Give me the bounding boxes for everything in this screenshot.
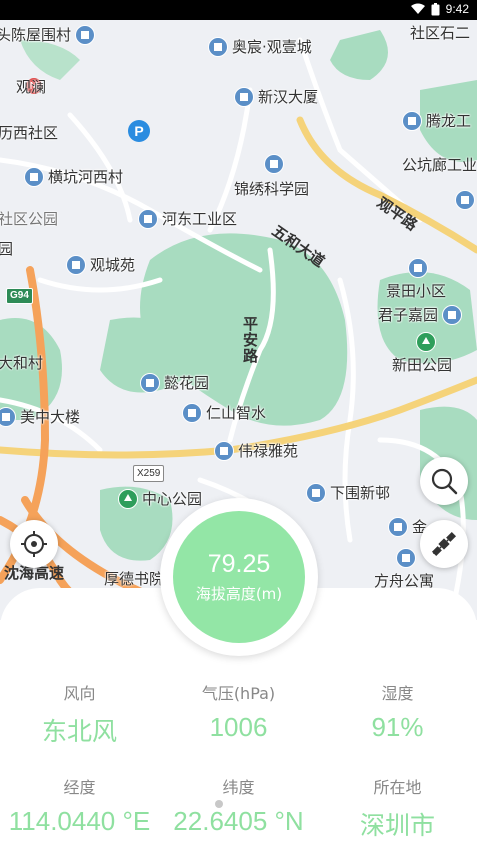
poi-fangzhou-icon[interactable] — [396, 548, 416, 568]
stat-wind: 风向 东北风 — [0, 680, 159, 748]
poi-hedong[interactable]: 河东工业区 — [138, 208, 237, 229]
poi-meizhong[interactable]: 美中大楼 — [0, 406, 80, 427]
poi-shequ-park[interactable]: 社区公园 — [0, 208, 58, 229]
poi-xiawei[interactable]: 下围新邨 — [306, 482, 390, 503]
altitude-value: 79.25 — [207, 550, 271, 578]
stat-title: 风向 — [63, 684, 96, 703]
building-icon — [234, 86, 254, 107]
search-button[interactable] — [420, 457, 468, 505]
building-icon — [455, 190, 475, 210]
building-icon — [214, 440, 234, 461]
building-icon — [402, 110, 422, 131]
tree-icon — [416, 332, 436, 352]
stat-city: 所在地 深圳市 — [318, 774, 477, 842]
stat-latitude: 纬度 22.6405 °N — [159, 774, 318, 837]
battery-icon — [431, 2, 440, 15]
poi-houde[interactable]: 厚德书院 — [104, 568, 164, 589]
building-icon — [182, 402, 202, 423]
stat-value: 114.0440 °E — [8, 806, 151, 836]
poi-aochen[interactable]: 奥宸·观壹城 — [208, 36, 312, 57]
poi-junzi[interactable]: 君子嘉园 — [378, 304, 463, 325]
crosshair-icon — [21, 531, 47, 557]
poi-building-right[interactable] — [455, 190, 475, 210]
road-shield-x259: X259 — [133, 465, 165, 482]
poi-xintian[interactable]: 新田公园 — [392, 354, 452, 375]
poi-gongkeng[interactable]: 公坑廊工业 — [402, 154, 477, 175]
building-icon — [264, 154, 284, 174]
satellite-icon — [431, 531, 457, 557]
search-icon — [431, 468, 458, 495]
building-icon — [388, 516, 408, 537]
building-icon — [75, 24, 96, 45]
wifi-icon — [410, 3, 425, 14]
poi-weilu[interactable]: 伟禄雅苑 — [214, 440, 298, 461]
poi-tenglong[interactable]: 腾龙工 — [402, 110, 471, 131]
locate-button[interactable] — [10, 520, 58, 568]
building-icon — [138, 208, 158, 229]
stat-title: 纬度 — [222, 778, 255, 797]
poi-jingtian-icon[interactable] — [408, 258, 428, 278]
status-bar: 9:42 — [0, 0, 477, 20]
poi-jingtian[interactable]: 景田小区 — [386, 280, 446, 301]
tree-icon — [118, 488, 138, 509]
park-area — [20, 40, 80, 80]
poi-renshan[interactable]: 仁山智水 — [182, 402, 266, 423]
stat-value: 东北风 — [41, 717, 117, 746]
poi-zhongxin[interactable]: 中心公园 — [118, 488, 202, 509]
poi-guanlan[interactable]: 观澜 — [16, 76, 46, 97]
poi-shequ-top[interactable]: 社区石二 — [410, 22, 470, 43]
poi-guancheng[interactable]: 观城苑 — [66, 254, 135, 275]
page-indicator-dot — [215, 800, 223, 808]
poi-jinxiu-icon[interactable] — [264, 154, 284, 174]
stat-longitude: 经度 114.0440 °E — [0, 774, 159, 837]
poi-chenwu[interactable]: 头陈屋围村 — [0, 24, 96, 45]
stat-humidity: 湿度 91% — [318, 680, 477, 743]
building-icon — [0, 406, 16, 427]
building-icon — [396, 548, 416, 568]
status-time: 9:42 — [445, 2, 469, 16]
altitude-unit-label: 海拔高度(m) — [195, 585, 283, 603]
building-icon — [208, 36, 228, 57]
poi-xinhan[interactable]: 新汉大厦 — [234, 86, 318, 107]
building-icon — [306, 482, 326, 503]
stat-value: 1006 — [209, 712, 268, 742]
park-area — [330, 30, 388, 80]
parking-icon[interactable]: P — [128, 120, 150, 142]
building-icon — [66, 254, 86, 275]
building-icon — [140, 372, 160, 393]
altitude-display: 79.25 海拔高度(m) — [160, 498, 318, 656]
stat-title: 所在地 — [373, 778, 422, 797]
road-pingan: 平安路 — [241, 316, 259, 364]
building-icon — [24, 166, 44, 187]
satellite-button[interactable] — [420, 520, 468, 568]
stat-title: 气压(hPa) — [201, 684, 276, 703]
poi-yihua[interactable]: 懿花园 — [140, 372, 209, 393]
poi-dahe[interactable]: 大和村 — [0, 352, 43, 373]
stat-title: 湿度 — [381, 684, 414, 703]
altitude-circle: 79.25 海拔高度(m) — [173, 511, 305, 643]
building-icon — [442, 304, 463, 325]
stat-value: 深圳市 — [359, 811, 435, 840]
poi-lixi[interactable]: 历西社区 — [0, 122, 58, 143]
stat-pressure: 气压(hPa) 1006 — [159, 680, 318, 743]
building-icon — [408, 258, 428, 278]
poi-hengkeng[interactable]: 横坑河西村 — [24, 166, 123, 187]
stat-value: 91% — [371, 712, 424, 742]
stat-title: 经度 — [63, 778, 96, 797]
highway-shield-g94: G94 — [6, 288, 33, 304]
poi-jinxiu[interactable]: 锦绣科学园 — [234, 178, 309, 199]
poi-yuan[interactable]: 园 — [0, 238, 13, 259]
stat-value: 22.6405 °N — [173, 806, 304, 836]
poi-xintian-icon[interactable] — [416, 332, 436, 352]
